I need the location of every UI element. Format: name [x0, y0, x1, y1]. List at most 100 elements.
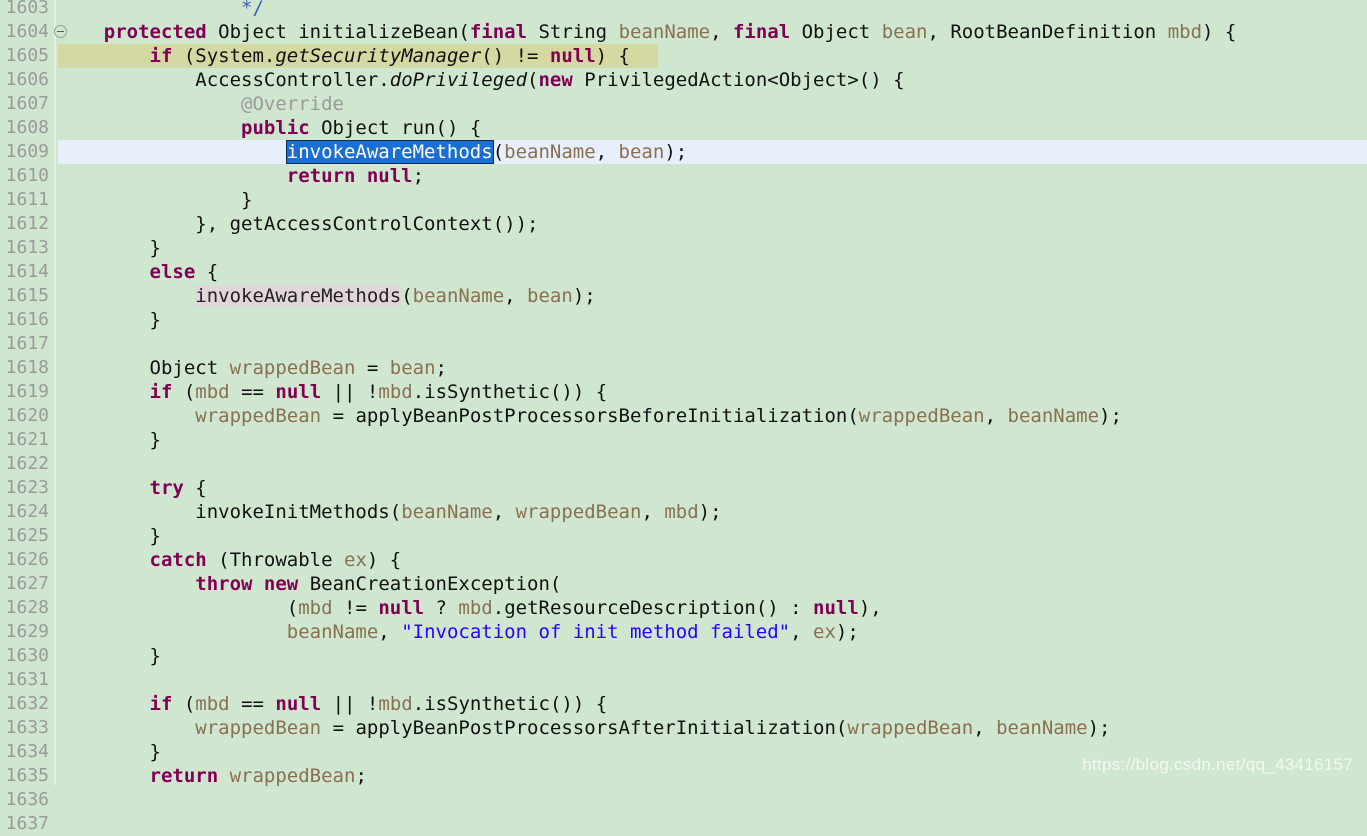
code-line-text[interactable]: } [58, 644, 1367, 668]
code-line[interactable]: */ [58, 0, 1367, 20]
code-line-text[interactable]: wrappedBean = applyBeanPostProcessorsAft… [58, 716, 1367, 740]
code-line[interactable]: wrappedBean = applyBeanPostProcessorsAft… [58, 716, 1367, 740]
code-line-text[interactable]: (mbd != null ? mbd.getResourceDescriptio… [58, 596, 1367, 620]
code-line[interactable]: try { [58, 476, 1367, 500]
code-line[interactable]: wrappedBean = applyBeanPostProcessorsBef… [58, 404, 1367, 428]
code-line[interactable]: @Override [58, 92, 1367, 116]
line-number[interactable]: 1634 [0, 740, 54, 764]
line-number[interactable]: 1603 [0, 0, 54, 20]
code-line[interactable]: } [58, 644, 1367, 668]
code-line-text[interactable]: if (System.getSecurityManager() != null)… [58, 44, 1367, 68]
code-line-text[interactable]: if (mbd == null || !mbd.isSynthetic()) { [58, 380, 1367, 404]
line-number[interactable]: 1605 [0, 44, 54, 68]
code-line[interactable]: public Object run() { [58, 116, 1367, 140]
code-line[interactable]: catch (Throwable ex) { [58, 548, 1367, 572]
line-number[interactable]: 1613 [0, 236, 54, 260]
code-line-text[interactable]: invokeAwareMethods(beanName, bean); [58, 140, 1367, 164]
code-line[interactable]: } [58, 428, 1367, 452]
code-line-text[interactable]: } [58, 428, 1367, 452]
code-line[interactable]: invokeInitMethods(beanName, wrappedBean,… [58, 500, 1367, 524]
code-line[interactable]: beanName, "Invocation of init method fai… [58, 620, 1367, 644]
line-number[interactable]: 1622 [0, 452, 54, 476]
line-number[interactable]: 1609 [0, 140, 54, 164]
line-number[interactable]: 1614 [0, 260, 54, 284]
code-line-text[interactable]: beanName, "Invocation of init method fai… [58, 620, 1367, 644]
line-number[interactable]: 1621 [0, 428, 54, 452]
line-number[interactable]: 1612 [0, 212, 54, 236]
line-number[interactable]: 1625 [0, 524, 54, 548]
code-line[interactable]: invokeAwareMethods(beanName, bean); [58, 140, 1367, 164]
code-line[interactable]: Object wrappedBean = bean; [58, 356, 1367, 380]
line-number[interactable]: 1617 [0, 332, 54, 356]
line-number[interactable]: 1633 [0, 716, 54, 740]
line-number[interactable]: 1631 [0, 668, 54, 692]
code-line-text[interactable]: return null; [58, 164, 1367, 188]
code-line-text[interactable] [58, 452, 1367, 476]
code-line[interactable]: return null; [58, 164, 1367, 188]
code-line-text[interactable]: throw new BeanCreationException( [58, 572, 1367, 596]
line-number[interactable]: 1630 [0, 644, 54, 668]
code-line-text[interactable]: invokeAwareMethods(beanName, bean); [58, 284, 1367, 308]
code-line[interactable]: } [58, 188, 1367, 212]
code-line[interactable]: }, getAccessControlContext()); [58, 212, 1367, 236]
code-line[interactable] [58, 452, 1367, 476]
line-number[interactable]: 1624 [0, 500, 54, 524]
line-number[interactable]: 1607 [0, 92, 54, 116]
code-line-text[interactable]: else { [58, 260, 1367, 284]
code-line-text[interactable]: } [58, 308, 1367, 332]
code-line-text[interactable]: protected Object initializeBean(final St… [58, 20, 1367, 44]
code-line[interactable]: if (mbd == null || !mbd.isSynthetic()) { [58, 380, 1367, 404]
code-line[interactable]: AccessController.doPrivileged(new Privil… [58, 68, 1367, 92]
code-line-text[interactable] [58, 332, 1367, 356]
line-number[interactable]: 1608 [0, 116, 54, 140]
fold-collapse-icon[interactable] [54, 25, 67, 38]
code-line-text[interactable]: } [58, 524, 1367, 548]
line-number[interactable]: 1623 [0, 476, 54, 500]
code-line[interactable]: } [58, 524, 1367, 548]
code-line[interactable] [58, 332, 1367, 356]
line-number[interactable]: 1636 [0, 788, 54, 812]
line-number-gutter[interactable]: 1603 1604 1605 1606 1607 1608 1609 1610 1611 1612… [0, 0, 67, 834]
code-line-text[interactable]: Object wrappedBean = bean; [58, 356, 1367, 380]
code-line-text[interactable]: }, getAccessControlContext()); [58, 212, 1367, 236]
line-number[interactable]: 1611 [0, 188, 54, 212]
code-line[interactable]: if (System.getSecurityManager() != null)… [58, 44, 1367, 68]
code-line-text[interactable]: public Object run() { [58, 116, 1367, 140]
code-line-text[interactable]: try { [58, 476, 1367, 500]
code-text-area[interactable]: */ protected Object initializeBean(final… [58, 0, 1367, 789]
code-line-text[interactable]: catch (Throwable ex) { [58, 548, 1367, 572]
code-line-text[interactable]: } [58, 236, 1367, 260]
line-number[interactable]: 1606 [0, 68, 54, 92]
line-number[interactable]: 1604 [0, 20, 67, 44]
line-number[interactable]: 1627 [0, 572, 54, 596]
code-editor[interactable]: 1603 1604 1605 1606 1607 1608 1609 1610 1611 1612… [0, 0, 1367, 834]
line-number[interactable]: 1610 [0, 164, 54, 188]
code-line-text[interactable] [58, 668, 1367, 692]
line-number[interactable]: 1629 [0, 620, 54, 644]
line-number[interactable]: 1628 [0, 596, 54, 620]
code-line[interactable]: protected Object initializeBean(final St… [58, 20, 1367, 44]
code-line[interactable]: } [58, 308, 1367, 332]
code-line-text[interactable]: */ [58, 0, 1367, 20]
line-number[interactable]: 1635 [0, 764, 54, 788]
line-number[interactable]: 1619 [0, 380, 54, 404]
line-number[interactable]: 1620 [0, 404, 54, 428]
code-line[interactable]: if (mbd == null || !mbd.isSynthetic()) { [58, 692, 1367, 716]
code-line[interactable]: (mbd != null ? mbd.getResourceDescriptio… [58, 596, 1367, 620]
code-line-text[interactable]: } [58, 188, 1367, 212]
code-line-text[interactable]: if (mbd == null || !mbd.isSynthetic()) { [58, 692, 1367, 716]
code-line[interactable] [58, 668, 1367, 692]
line-number[interactable]: 1618 [0, 356, 54, 380]
code-line-text[interactable]: invokeInitMethods(beanName, wrappedBean,… [58, 500, 1367, 524]
code-line[interactable]: else { [58, 260, 1367, 284]
code-line-text[interactable]: wrappedBean = applyBeanPostProcessorsBef… [58, 404, 1367, 428]
code-line-text[interactable]: @Override [58, 92, 1367, 116]
code-line[interactable]: throw new BeanCreationException( [58, 572, 1367, 596]
line-number[interactable]: 1616 [0, 308, 54, 332]
code-line-text[interactable]: AccessController.doPrivileged(new Privil… [58, 68, 1367, 92]
line-number[interactable]: 1615 [0, 284, 54, 308]
line-number[interactable]: 1632 [0, 692, 54, 716]
code-line[interactable]: } [58, 236, 1367, 260]
line-number[interactable]: 1637 [0, 812, 54, 836]
code-line[interactable]: invokeAwareMethods(beanName, bean); [58, 284, 1367, 308]
